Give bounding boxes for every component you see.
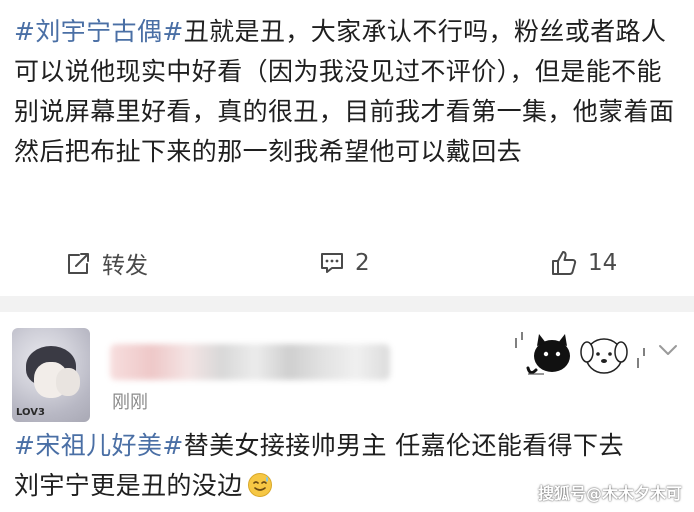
post-time: 刚刚 [112, 392, 148, 413]
topic-link[interactable]: #宋祖儿好美# [14, 431, 184, 460]
repost-button[interactable]: 转发 [66, 240, 148, 286]
thumbs-up-icon [552, 251, 577, 275]
comment-icon [321, 253, 343, 273]
repost-label: 转发 [102, 253, 148, 279]
post-card-1: #刘宇宁古偶#丑就是丑，大家承认不行吗，粉丝或者路人可以说他现实中好看（因为我没… [0, 0, 694, 296]
section-divider [0, 296, 694, 312]
action-bar: 转发 2 14 [0, 240, 694, 286]
repost-icon [68, 253, 89, 274]
screenshot-page: #刘宇宁古偶#丑就是丑，大家承认不行吗，粉丝或者路人可以说他现实中好看（因为我没… [0, 0, 694, 512]
like-count: 14 [588, 250, 618, 276]
post-2-body-line-1: 替美女接接帅男主 任嘉伦还能看得下去 [183, 431, 624, 460]
like-button[interactable]: 14 [550, 240, 617, 286]
post-card-2: LOV3 刚刚 #宋祖儿好美#替美女接接帅男主 任嘉伦还能看得下去 刘宇宁更是丑… [0, 312, 694, 512]
avatar[interactable]: LOV3 [12, 328, 90, 422]
blurred-username[interactable] [110, 344, 390, 380]
post-1-text: #刘宇宁古偶#丑就是丑，大家承认不行吗，粉丝或者路人可以说他现实中好看（因为我没… [14, 12, 684, 172]
post-2-body-line-2: 刘宇宁更是丑的没边 [14, 471, 243, 500]
chevron-down-icon[interactable] [656, 342, 680, 358]
avatar-tag: LOV3 [16, 407, 45, 418]
cat-dog-sticker-icon [515, 332, 645, 375]
watermark: 搜狐号@木木夕木可 [537, 484, 682, 503]
comment-button[interactable]: 2 [319, 240, 370, 286]
comment-count: 2 [355, 250, 370, 276]
topic-link[interactable]: #刘宇宁古偶# [14, 17, 184, 46]
post-2-line-1: #宋祖儿好美#替美女接接帅男主 任嘉伦还能看得下去 [14, 426, 684, 466]
sweat-smile-emoji-icon [247, 473, 272, 497]
